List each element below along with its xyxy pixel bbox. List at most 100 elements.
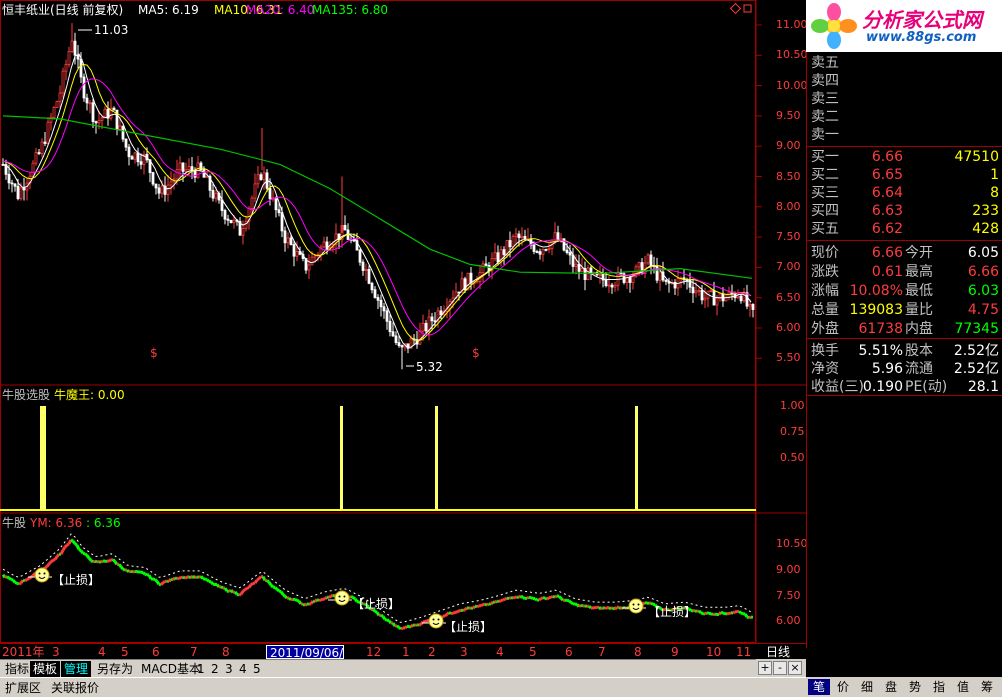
stop-loss-label-3: 【止损】 <box>444 620 493 634</box>
date-label: 8 <box>222 645 230 659</box>
tab-manage[interactable]: 管理 <box>61 661 92 677</box>
panel-switch-7[interactable]: 筹 <box>976 679 998 695</box>
order-price: 6.62 <box>871 221 903 237</box>
order-row-sell[interactable]: 卖一 <box>807 126 1002 144</box>
tab-5[interactable]: 5 <box>250 661 264 677</box>
price-tick: 9.00 <box>776 139 801 153</box>
ma20-line <box>2 78 752 336</box>
order-price: 6.66 <box>871 149 903 165</box>
date-label: 8 <box>634 645 642 659</box>
panel-switch-5[interactable]: 指 <box>928 679 950 695</box>
order-row-sell[interactable]: 卖三 <box>807 90 1002 108</box>
date-label: 6 <box>565 645 573 659</box>
date-label: 5 <box>529 645 537 659</box>
tab-save-as[interactable]: 另存为 <box>94 661 136 677</box>
order-volume: 47510 <box>954 149 999 165</box>
date-label: 5 <box>121 645 129 659</box>
panel-switch-4[interactable]: 势 <box>904 679 926 695</box>
order-row-buy[interactable]: 买三 6.64 8 <box>807 184 1002 202</box>
tab-1[interactable]: 1 <box>194 661 208 677</box>
panel-switch-0[interactable]: 笔 <box>808 679 830 695</box>
chart-area[interactable]: 恒丰纸业(日线 前复权) MA5: 6.19 MA10: 6.31 MA20: … <box>0 0 808 643</box>
quote-value: 6.03 <box>967 283 999 299</box>
extension-area-button[interactable]: 扩展区 <box>2 680 44 696</box>
order-label: 卖四 <box>811 73 839 89</box>
related-quote-button[interactable]: 关联报价 <box>48 680 102 696</box>
tab-3[interactable]: 3 <box>222 661 236 677</box>
quote-key: 现价 <box>811 245 839 261</box>
price-tick: 9.50 <box>776 108 801 122</box>
order-volume: 1 <box>990 167 999 183</box>
panel-switch-2[interactable]: 细 <box>856 679 878 695</box>
tab-2[interactable]: 2 <box>208 661 222 677</box>
panel-switch-1[interactable]: 价 <box>832 679 854 695</box>
signal-bar <box>43 406 46 510</box>
quote-key: 量比 <box>905 302 933 318</box>
close-panel-button[interactable]: × <box>788 661 802 675</box>
date-label: 7 <box>598 645 606 659</box>
quote-key: 外盘 <box>811 321 839 337</box>
indicator1-tick: 0.50 <box>780 451 805 464</box>
indicator1-tick: 1.00 <box>780 399 805 412</box>
fund-key: 流通 <box>905 361 933 377</box>
price-tick: 5.50 <box>776 351 801 365</box>
indicator2-tick: 6.00 <box>776 614 801 627</box>
order-row-buy[interactable]: 买四 6.63 233 <box>807 202 1002 220</box>
order-label: 卖一 <box>811 127 839 143</box>
tab-4[interactable]: 4 <box>236 661 250 677</box>
chart-canvas[interactable] <box>0 0 806 643</box>
order-row-sell[interactable]: 卖二 <box>807 108 1002 126</box>
stop-loss-label-1: 【止损】 <box>52 573 101 587</box>
panel-switch-3[interactable]: 盘 <box>880 679 902 695</box>
order-price: 6.65 <box>871 167 903 183</box>
quote-value: 4.75 <box>967 302 999 318</box>
period-label[interactable]: 日线 <box>766 645 790 659</box>
tab-indicator[interactable]: 指标 <box>2 661 32 677</box>
fund-key: PE(动) <box>905 379 948 395</box>
order-label: 买四 <box>811 203 839 219</box>
signal-bar <box>340 406 343 510</box>
zoom-in-button[interactable]: + <box>758 661 772 675</box>
flower-logo-icon <box>811 3 857 49</box>
date-label: 4 <box>496 645 504 659</box>
quote-key: 涨跌 <box>811 264 839 280</box>
order-row-buy[interactable]: 买二 6.65 1 <box>807 166 1002 184</box>
fund-key: 换手 <box>811 343 839 359</box>
indicator-tab-bar: 指标 模板 管理 另存为 MACD基本 1 2 3 4 5 <box>0 659 806 677</box>
order-price: 6.64 <box>871 185 903 201</box>
price-tick: 7.00 <box>776 260 801 274</box>
date-label: 12 <box>366 645 382 659</box>
panel-switch-6[interactable]: 值 <box>952 679 974 695</box>
tab-template[interactable]: 模板 <box>30 661 61 677</box>
date-label: 10 <box>706 645 722 659</box>
date-label: 7 <box>190 645 198 659</box>
order-row-sell[interactable]: 卖五 <box>807 54 1002 72</box>
quote-value: 6.66 <box>871 245 903 261</box>
order-row-buy[interactable]: 买一 6.66 47510 <box>807 148 1002 166</box>
ma20-label: MA20: 6.40 <box>246 3 315 17</box>
smiley-icon <box>622 598 646 614</box>
order-price: 6.63 <box>871 203 903 219</box>
order-row-sell[interactable]: 卖四 <box>807 72 1002 90</box>
quote-key: 涨幅 <box>811 283 839 299</box>
ma5-line <box>2 53 752 348</box>
zoom-out-button[interactable]: - <box>773 661 787 675</box>
date-label: 2011年 <box>2 645 45 659</box>
indicator2-val: : 6.36 <box>86 516 121 530</box>
indicator2-title: 牛股 <box>2 516 27 530</box>
quote-key: 总量 <box>811 302 839 318</box>
low-mark-label: 5.32 <box>416 360 443 374</box>
price-tick: 10.50 <box>776 48 808 62</box>
status-bar: 扩展区 关联报价 <box>0 677 806 697</box>
quote-row: 涨幅 10.08% 最低 6.03 <box>807 282 1002 300</box>
indicator1-tick: 0.75 <box>780 425 805 438</box>
indicator2-tick: 10.50 <box>776 537 808 550</box>
date-label: 3 <box>460 645 468 659</box>
bull-line <box>1 538 754 631</box>
order-label: 卖五 <box>811 55 839 71</box>
indicator2-tick: 7.50 <box>776 589 801 602</box>
fund-key: 股本 <box>905 343 933 359</box>
fund-value: 5.96 <box>871 361 903 377</box>
indicator1-value: 牛魔王: 0.00 <box>54 388 125 402</box>
order-row-buy[interactable]: 买五 6.62 428 <box>807 220 1002 238</box>
